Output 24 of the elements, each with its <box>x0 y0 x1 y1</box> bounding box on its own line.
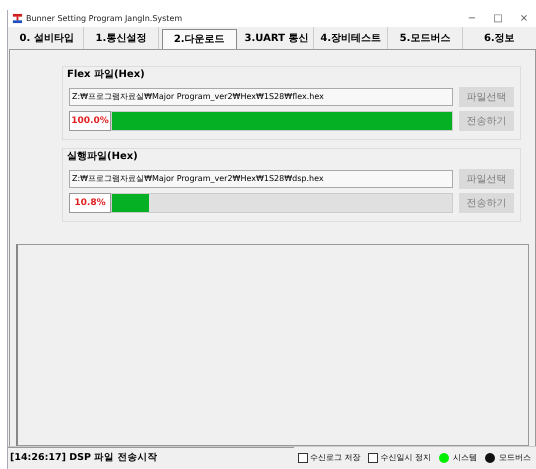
window-control[interactable]: − <box>459 12 485 24</box>
percent-label: 100.0% <box>69 110 111 131</box>
log-area[interactable] <box>16 244 529 446</box>
app-icon <box>12 12 23 24</box>
window-control[interactable]: □ <box>485 12 511 24</box>
tab[interactable]: 2.다운로드 <box>162 28 237 49</box>
tab[interactable]: 6.정보 <box>462 26 536 49</box>
status-message: [14:26:17] DSP 파일 전송시작 <box>8 447 294 468</box>
path-field[interactable]: Z:₩프로그램자료실₩Major Program_ver2₩Hex₩1S28₩dsp.hex <box>69 170 453 188</box>
group-title: Flex 파일(Hex) <box>67 68 145 82</box>
indicator-label: 모드버스 <box>499 452 531 464</box>
window-title: Bunner Setting Program JangIn.System <box>26 14 184 23</box>
checkbox[interactable]: 수신로그 저장 <box>298 452 360 464</box>
group-title: 실행파일(Hex) <box>67 150 138 164</box>
indicator-label: 시스템 <box>453 452 477 464</box>
tab[interactable]: 4.장비테스트 <box>314 26 388 49</box>
tab[interactable]: 3.UART 통신 <box>240 26 314 49</box>
tab[interactable]: 5.모드버스 <box>388 26 463 49</box>
tab[interactable]: 1.통신설정 <box>84 26 159 49</box>
window-control[interactable]: × <box>511 12 536 24</box>
percent-label: 10.8% <box>69 192 111 213</box>
path-field[interactable]: Z:₩프로그램자료실₩Major Program_ver2₩Hex₩1S28₩flex.hex <box>69 88 453 106</box>
tab[interactable]: 0. 설비타입 <box>10 26 84 49</box>
checkbox[interactable]: 수신일시 정지 <box>368 452 431 464</box>
